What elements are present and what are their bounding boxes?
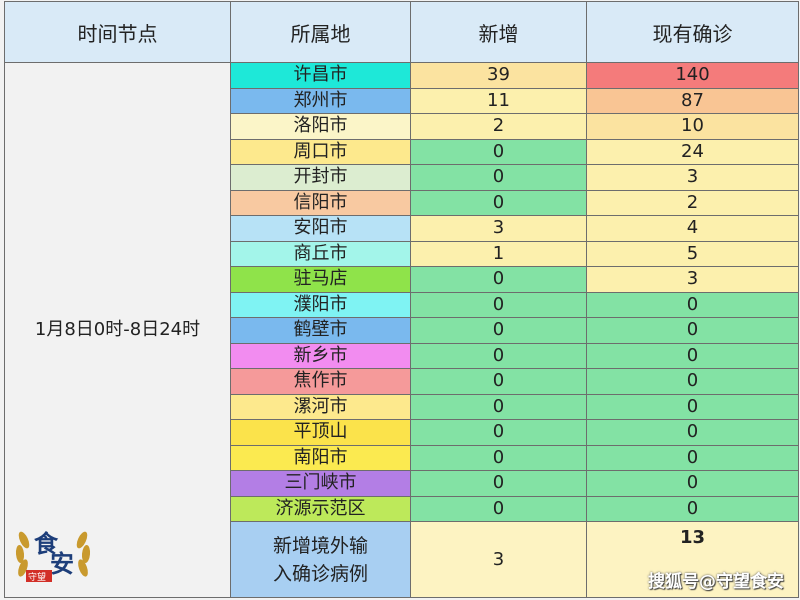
city-cell: 洛阳市 <box>230 113 411 140</box>
city-cell: 安阳市 <box>230 215 411 242</box>
new-cases-cell: 0 <box>410 138 587 165</box>
current-cases-cell: 0 <box>586 495 799 522</box>
new-cases-cell: 0 <box>410 495 587 522</box>
header-city: 所属地 <box>230 1 411 63</box>
city-cell: 信阳市 <box>230 189 411 216</box>
current-cases-cell: 4 <box>586 215 799 242</box>
city-cell: 商丘市 <box>230 240 411 267</box>
current-cases-cell: 0 <box>586 419 799 446</box>
new-cases-cell: 11 <box>410 87 587 114</box>
city-cell: 郑州市 <box>230 87 411 114</box>
svg-text:安: 安 <box>50 550 74 578</box>
new-cases-cell: 0 <box>410 470 587 497</box>
new-cases-cell: 2 <box>410 113 587 140</box>
current-cases-cell: 0 <box>586 470 799 497</box>
new-cases-cell: 0 <box>410 419 587 446</box>
new-cases-cell: 0 <box>410 368 587 395</box>
new-cases-cell: 0 <box>410 164 587 191</box>
new-cases-cell: 0 <box>410 189 587 216</box>
food-safety-logo: 食 安 守望 <box>12 510 94 592</box>
current-cases-cell: 0 <box>586 291 799 318</box>
city-cell: 驻马店 <box>230 266 411 293</box>
current-cases-cell: 10 <box>586 113 799 140</box>
current-cases-cell: 2 <box>586 189 799 216</box>
current-cases-cell: 0 <box>586 444 799 471</box>
header-new: 新增 <box>410 1 587 63</box>
current-cases-cell: 87 <box>586 87 799 114</box>
current-cases-cell: 0 <box>586 393 799 420</box>
current-cases-cell: 140 <box>586 62 799 89</box>
new-cases-cell: 0 <box>410 393 587 420</box>
svg-text:守望: 守望 <box>28 571 46 583</box>
city-cell: 许昌市 <box>230 62 411 89</box>
header-time: 时间节点 <box>4 1 231 63</box>
city-cell: 新乡市 <box>230 342 411 369</box>
city-cell: 南阳市 <box>230 444 411 471</box>
city-cell: 平顶山 <box>230 419 411 446</box>
new-cases-cell: 0 <box>410 266 587 293</box>
city-cell: 三门峡市 <box>230 470 411 497</box>
new-cases-cell: 0 <box>410 444 587 471</box>
current-cases-cell: 5 <box>586 240 799 267</box>
imported-cases-label: 新增境外输入确诊病例 <box>230 521 411 598</box>
new-cases-cell: 1 <box>410 240 587 267</box>
city-cell: 焦作市 <box>230 368 411 395</box>
header-current: 现有确诊 <box>586 1 799 63</box>
watermark-text: 搜狐号@守望食安 <box>648 572 784 592</box>
new-cases-cell: 3 <box>410 215 587 242</box>
table-row: 1月8日0时-8日24时 许昌市 39 140 <box>4 62 799 598</box>
new-cases-cell: 0 <box>410 342 587 369</box>
current-cases-cell: 0 <box>586 317 799 344</box>
laurel-logo-icon: 食 安 守望 <box>15 530 91 583</box>
city-cell: 济源示范区 <box>230 495 411 522</box>
current-cases-cell: 3 <box>586 164 799 191</box>
epidemic-table: 时间节点 所属地 新增 现有确诊 1月8日0时-8日24时 许昌市 39 140 郑州市… <box>4 1 799 598</box>
current-cases-cell: 0 <box>586 342 799 369</box>
new-cases-cell: 0 <box>410 317 587 344</box>
city-cell: 漯河市 <box>230 393 411 420</box>
new-cases-cell: 0 <box>410 291 587 318</box>
city-cell: 濮阳市 <box>230 291 411 318</box>
imported-new-cell: 3 <box>410 521 587 598</box>
city-cell: 周口市 <box>230 138 411 165</box>
new-cases-cell: 39 <box>410 62 587 89</box>
current-cases-cell: 0 <box>586 368 799 395</box>
current-cases-cell: 3 <box>586 266 799 293</box>
city-cell: 开封市 <box>230 164 411 191</box>
current-cases-cell: 24 <box>586 138 799 165</box>
header-row: 时间节点 所属地 新增 现有确诊 <box>4 1 799 63</box>
city-cell: 鹤壁市 <box>230 317 411 344</box>
table-body: 1月8日0时-8日24时 许昌市 39 140 郑州市 11 87 洛阳市 2 10 周口市 0 24 开… <box>4 62 799 598</box>
